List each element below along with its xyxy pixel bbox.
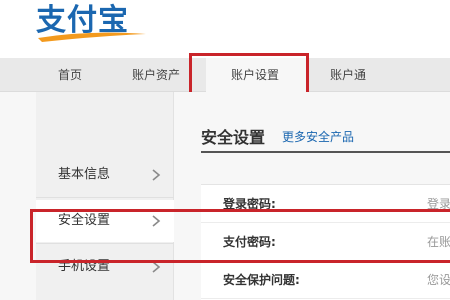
sidebar-item-label: 基本信息 — [58, 167, 111, 182]
alipay-logo[interactable]: 支付宝 — [36, 2, 146, 42]
nav-item-account-link[interactable]: 账户通 — [330, 58, 366, 92]
main-content: 安全设置 更多安全产品 登录密码: 登录 支付密码: 在账 安全保护问题: 您设 — [175, 92, 450, 300]
sidebar-divider — [36, 197, 174, 198]
logo-swoosh-icon — [38, 32, 146, 42]
title-divider — [201, 151, 450, 153]
alipay-account-settings-page: 支付宝 首页 账户资产 账户设置 账户通 基本信息 安全设置 手机设置 安全设置… — [0, 0, 450, 300]
nav-highlight-box — [189, 53, 309, 97]
row-highlight-box — [30, 209, 450, 263]
sidebar-item-basic-info[interactable]: 基本信息 — [36, 154, 174, 196]
nav-item-assets[interactable]: 账户资产 — [132, 58, 180, 92]
sidebar: 基本信息 安全设置 手机设置 — [36, 92, 174, 300]
page-title: 安全设置 — [201, 128, 266, 147]
table-row: 安全保护问题: 您设 — [201, 261, 450, 299]
more-security-products-link[interactable]: 更多安全产品 — [282, 128, 354, 145]
chevron-right-icon — [152, 169, 161, 181]
row-label: 安全保护问题: — [223, 273, 300, 287]
row-value: 您设 — [427, 273, 450, 287]
nav-item-home[interactable]: 首页 — [58, 58, 82, 92]
header: 支付宝 — [0, 0, 450, 58]
